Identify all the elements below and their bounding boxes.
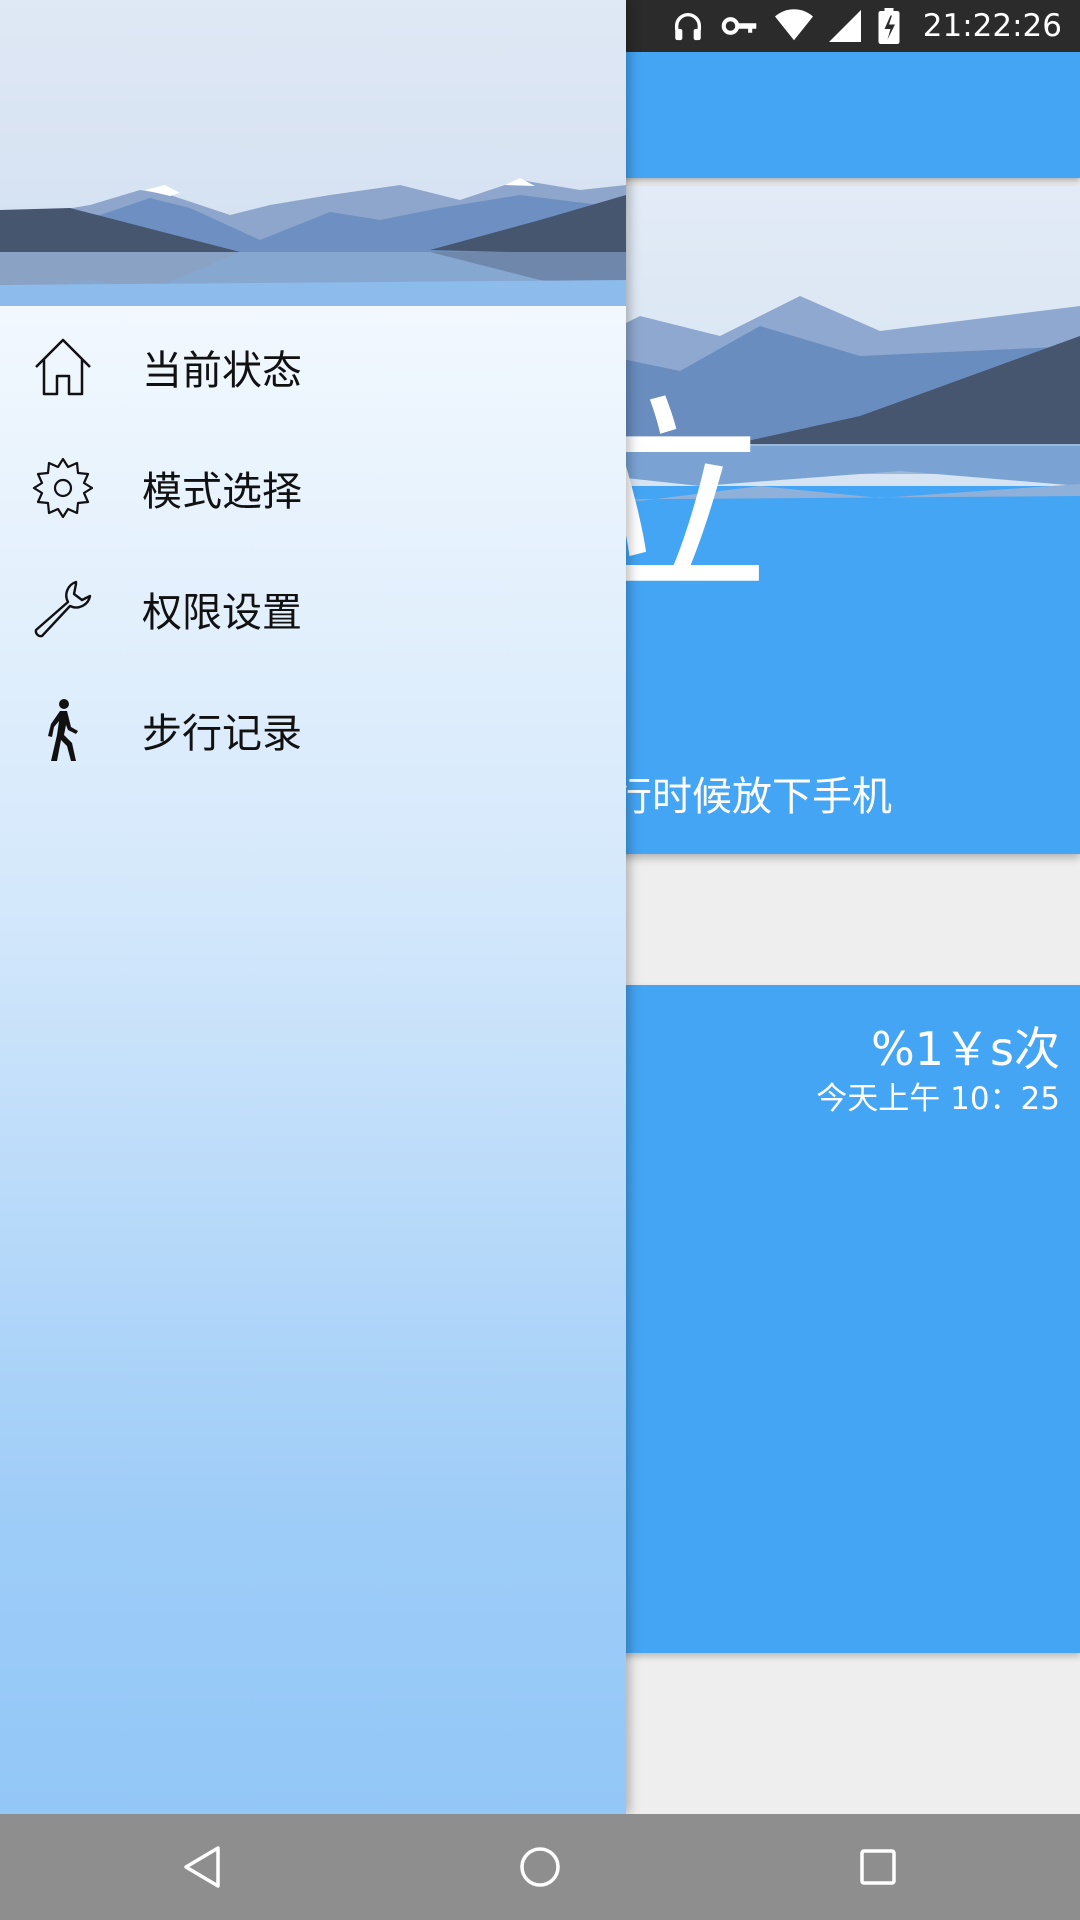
- back-button[interactable]: [122, 1814, 282, 1920]
- back-triangle-icon: [184, 1846, 220, 1888]
- status-subtitle: 行时候放下手机: [612, 774, 892, 820]
- wrench-icon: [30, 576, 96, 642]
- cell-signal-icon: [828, 10, 861, 42]
- status-clock: 21:22:26: [922, 8, 1062, 44]
- gear-icon: [30, 455, 96, 521]
- walking-person-icon: [30, 697, 96, 763]
- battery-charging-icon: [878, 8, 900, 44]
- drawer-item-mode-select[interactable]: 模式选择: [0, 427, 626, 548]
- system-navigation-bar: [0, 1814, 1080, 1920]
- mountain-lake-header-image: [0, 0, 626, 306]
- home-icon: [30, 334, 96, 400]
- recents-square-icon: [860, 1849, 896, 1885]
- drawer-menu: 当前状态 模式选择 权限设置 步行记录: [0, 306, 626, 790]
- drawer-header: [0, 0, 626, 306]
- record-timestamp: 今天上午 10：25: [816, 1081, 1060, 1117]
- headphones-icon: [674, 13, 701, 41]
- drawer-item-permissions[interactable]: 权限设置: [0, 548, 626, 669]
- recents-button[interactable]: [798, 1814, 958, 1920]
- wifi-icon: [774, 9, 813, 41]
- home-circle-icon: [520, 1847, 560, 1887]
- home-button[interactable]: [460, 1814, 620, 1920]
- drawer-item-walking-record[interactable]: 步行记录: [0, 669, 626, 790]
- drawer-item-label: 权限设置: [142, 589, 302, 636]
- drawer-item-label: 模式选择: [142, 468, 302, 515]
- navigation-drawer[interactable]: 当前状态 模式选择 权限设置 步行记录: [0, 0, 626, 1814]
- drawer-item-current-status[interactable]: 当前状态: [0, 306, 626, 427]
- drawer-item-label: 步行记录: [142, 710, 302, 757]
- record-count: %1￥s次: [871, 1022, 1060, 1076]
- vpn-key-icon: [721, 17, 757, 35]
- drawer-item-label: 当前状态: [142, 347, 302, 394]
